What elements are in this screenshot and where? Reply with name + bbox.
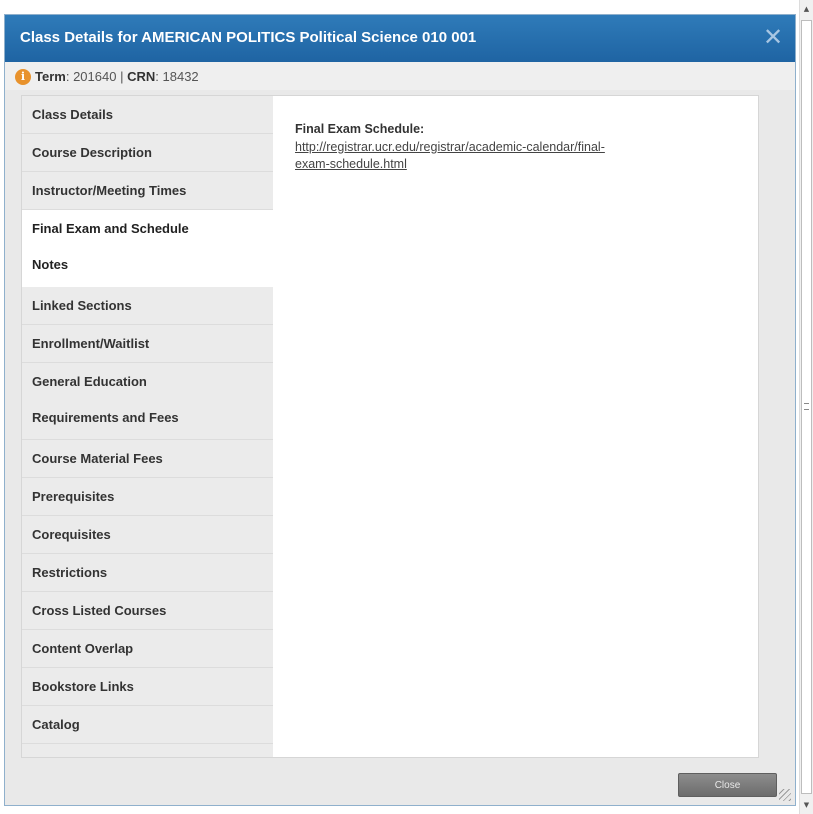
term-value: 201640 — [73, 69, 117, 84]
tab-label: Bookstore Links — [32, 679, 134, 694]
tab-cross-listed-courses[interactable]: Cross Listed Courses — [22, 592, 273, 630]
term-crn-line: Term: 201640 | CRN: 18432 — [35, 69, 199, 84]
tab-label: Linked Sections — [32, 298, 132, 313]
term-info-bar: i Term: 201640 | CRN: 18432 — [5, 62, 795, 90]
tab-label: Cross Listed Courses — [32, 603, 167, 618]
term-label: Term — [35, 69, 66, 84]
tab-label-line-2: Requirements and Fees — [32, 410, 179, 425]
tab-content-overlap[interactable]: Content Overlap — [22, 630, 273, 668]
crn-value: 18432 — [162, 69, 199, 84]
tab-label: Enrollment/Waitlist — [32, 336, 150, 351]
dialog-titlebar[interactable]: Class Details for AMERICAN POLITICS Poli… — [5, 15, 795, 63]
final-exam-schedule-heading: Final Exam Schedule: — [295, 122, 425, 136]
scroll-down-arrow-icon[interactable]: ▼ — [800, 798, 813, 812]
tab-enrollment-waitlist[interactable]: Enrollment/Waitlist — [22, 325, 273, 363]
tab-label: Catalog — [32, 717, 80, 732]
scrollbar-thumb[interactable] — [801, 20, 812, 794]
tab-instructor-meeting-times[interactable]: Instructor/Meeting Times — [22, 172, 273, 210]
tab-bookstore-links[interactable]: Bookstore Links — [22, 668, 273, 706]
link-line-1: http://registrar.ucr.edu/registrar/acade… — [295, 140, 605, 154]
tab-prerequisites[interactable]: Prerequisites — [22, 478, 273, 516]
tab-label: Final Exam and Schedule — [32, 221, 189, 236]
crn-label: CRN — [127, 69, 156, 84]
tab-label: General Education — [32, 374, 147, 389]
close-icon[interactable]: ✕ — [761, 23, 785, 51]
tab-label: Restrictions — [32, 565, 108, 580]
tab-label: Corequisites — [32, 527, 111, 542]
tab-catalog[interactable]: Catalog — [22, 706, 273, 744]
detail-panel: Final Exam Schedule: http://registrar.uc… — [295, 122, 725, 173]
tab-restrictions[interactable]: Restrictions — [22, 554, 273, 592]
tab-corequisites[interactable]: Corequisites — [22, 516, 273, 554]
page-scrollbar[interactable]: ▲ ▼ — [799, 0, 813, 814]
tab-label-line-2: Notes — [32, 257, 69, 272]
scroll-up-arrow-icon[interactable]: ▲ — [800, 2, 813, 16]
info-separator: | — [120, 69, 124, 84]
resize-grip-icon[interactable] — [779, 789, 791, 801]
dialog-title: Class Details for AMERICAN POLITICS Poli… — [20, 29, 477, 46]
tab-final-exam-and-schedule[interactable]: Final Exam and Schedule Notes — [22, 210, 273, 287]
class-details-dialog: Class Details for AMERICAN POLITICS Poli… — [4, 14, 796, 806]
tab-label: Course Description — [32, 145, 152, 160]
dialog-content: Class Details Course Description Instructo… — [21, 95, 759, 758]
tab-label: Prerequisites — [32, 489, 115, 504]
link-line-2: exam-schedule.html — [295, 157, 407, 171]
final-exam-schedule-link[interactable]: http://registrar.ucr.edu/registrar/acade… — [295, 140, 605, 171]
tab-label: Instructor/Meeting Times — [32, 183, 187, 198]
info-icon: i — [15, 69, 31, 85]
detail-tabs: Class Details Course Description Instructo… — [22, 96, 273, 757]
close-button[interactable]: Close — [678, 773, 777, 797]
tab-general-education[interactable]: General Education Requirements and Fees — [22, 363, 273, 440]
tab-label: Content Overlap — [32, 641, 134, 656]
thumb-grip-icon — [804, 403, 809, 410]
tab-course-description[interactable]: Course Description — [22, 134, 273, 172]
tab-label: Class Details — [32, 107, 113, 122]
tab-class-details[interactable]: Class Details — [22, 96, 273, 134]
tab-course-material-fees[interactable]: Course Material Fees — [22, 440, 273, 478]
tab-label: Course Material Fees — [32, 451, 163, 466]
tab-linked-sections[interactable]: Linked Sections — [22, 287, 273, 325]
